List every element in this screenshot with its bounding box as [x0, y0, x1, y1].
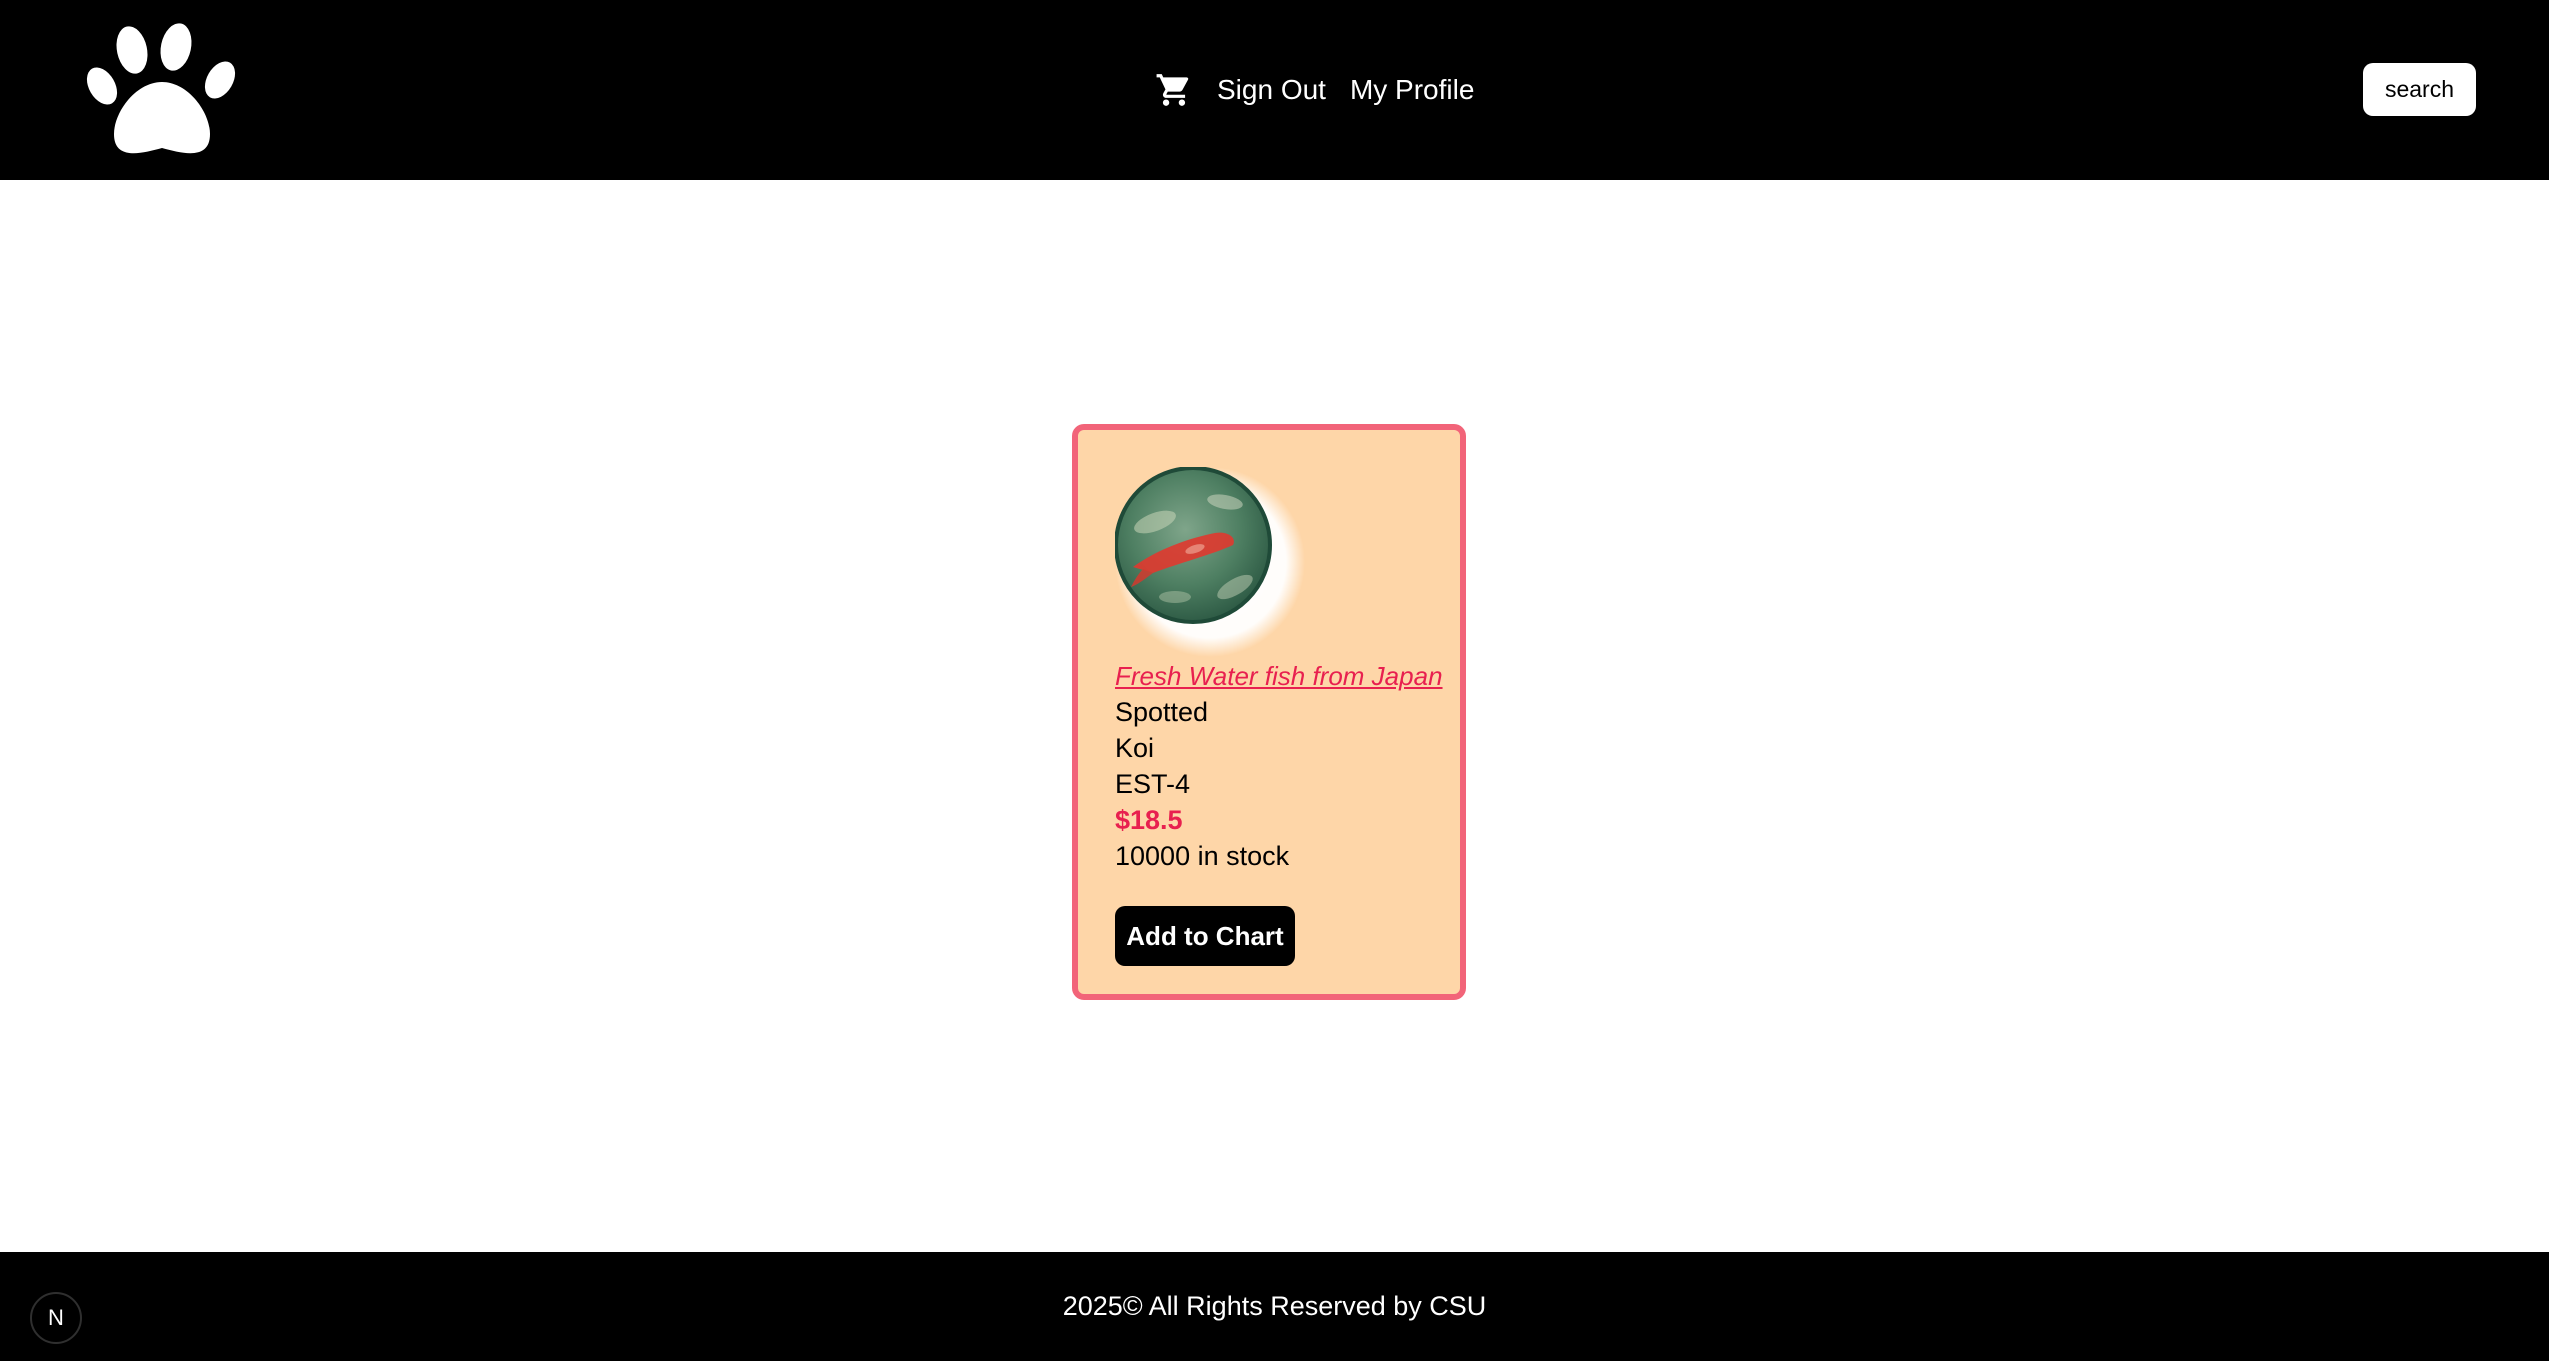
main-nav: Sign Out My Profile: [1155, 68, 1474, 112]
paw-print-icon[interactable]: [86, 20, 238, 160]
shopping-cart-icon[interactable]: [1155, 71, 1193, 109]
product-name: Koi: [1115, 733, 1155, 763]
add-to-cart-button[interactable]: Add to Chart: [1115, 906, 1295, 966]
search-button[interactable]: search: [2363, 63, 2476, 116]
product-stock: 10000 in stock: [1115, 841, 1290, 871]
my-profile-link[interactable]: My Profile: [1350, 68, 1474, 112]
sign-out-link[interactable]: Sign Out: [1217, 68, 1326, 112]
koi-fish-image: [1115, 467, 1305, 657]
product-code: EST-4: [1115, 769, 1191, 799]
site-footer: 2025© All Rights Reserved by CSU: [0, 1252, 2549, 1361]
copyright-text: 2025© All Rights Reserved by CSU: [1062, 1291, 1487, 1321]
product-attribute: Spotted: [1115, 697, 1209, 727]
next-js-icon[interactable]: N: [30, 1292, 82, 1344]
product-price: $18.5: [1115, 805, 1183, 835]
site-header: Sign Out My Profile search: [0, 0, 2549, 180]
product-card: Fresh Water fish from Japan Spotted Koi …: [1072, 424, 1466, 1000]
product-description-link[interactable]: Fresh Water fish from Japan: [1115, 658, 1443, 694]
